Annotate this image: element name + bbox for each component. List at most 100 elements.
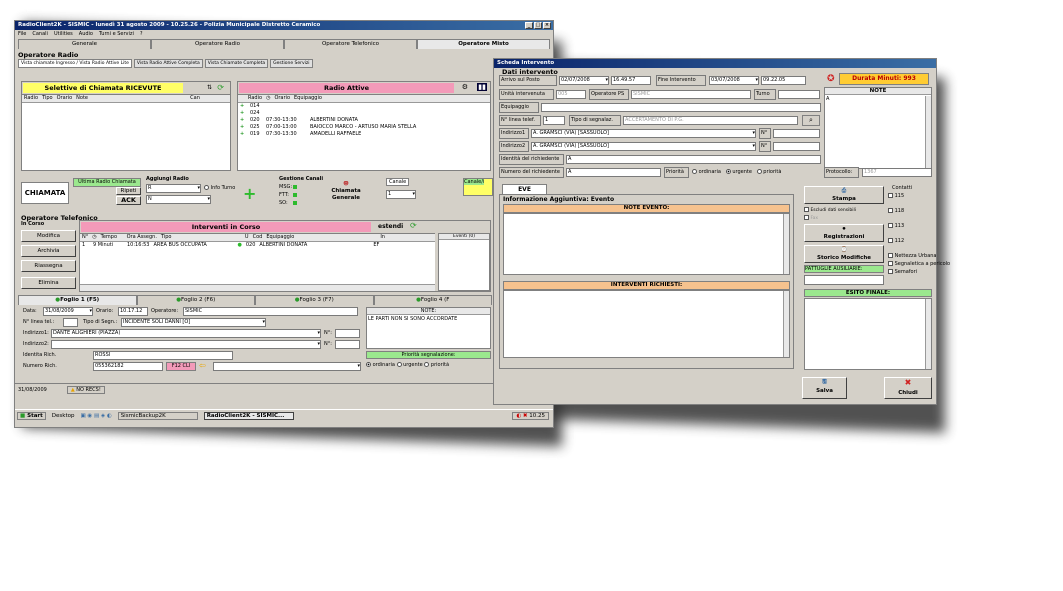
- protocollo-field[interactable]: 1367: [862, 168, 932, 177]
- table-row[interactable]: +020 07:30-13:30 ALBERTINI DONATA: [238, 117, 490, 124]
- registrazioni-button[interactable]: ⏺ Registrazioni: [804, 224, 884, 242]
- menu-turni[interactable]: Turni e Servizi: [99, 30, 134, 38]
- radio-urgente[interactable]: [396, 362, 402, 367]
- menu-canali[interactable]: Canali: [32, 30, 48, 38]
- n2-field[interactable]: [335, 340, 360, 349]
- canale-select[interactable]: 1 ▾: [386, 190, 416, 199]
- riassegna-button[interactable]: Riassegna: [21, 260, 76, 272]
- f12-cli-button[interactable]: F12 CLI: [166, 362, 196, 371]
- estendi-button[interactable]: estendi: [378, 223, 403, 230]
- add-icon[interactable]: +: [240, 103, 246, 110]
- chiamata-generale-button[interactable]: ☻ Chiamata Generale: [326, 181, 366, 206]
- start-button[interactable]: ■ Start: [17, 411, 46, 420]
- reset-icon[interactable]: ✪: [827, 74, 835, 84]
- audio-icon[interactable]: ▮▮: [477, 83, 487, 91]
- contatti-checkbox[interactable]: Segnaletica a pericolo: [888, 261, 950, 267]
- contatti-checkbox[interactable]: Nettezza Urbana: [888, 253, 937, 259]
- n1-field[interactable]: [335, 329, 360, 338]
- subtab-vista-chiamate[interactable]: Vista chiamate Ingresso / Vista Radio At…: [18, 59, 132, 68]
- refresh-icon[interactable]: ⟳: [410, 221, 417, 230]
- radio-ordinaria[interactable]: [692, 169, 697, 174]
- contatti-checkbox[interactable]: 115: [888, 193, 936, 199]
- salva-button[interactable]: 🖫 Salva: [802, 377, 847, 399]
- fax-checkbox[interactable]: Fax: [804, 215, 818, 221]
- ind2-select[interactable]: ▾: [51, 340, 321, 349]
- search-icon[interactable]: ⌕: [802, 115, 820, 126]
- taskbar-item-radioclient[interactable]: RadioClient2K - SISMIC...: [203, 411, 294, 420]
- ind1-select[interactable]: DANTE ALIGHIERI (PIAZZA) ▾: [51, 329, 321, 338]
- subtab-radio-attive[interactable]: Vista Radio Attive Completa: [133, 59, 203, 68]
- n2-field[interactable]: [773, 142, 820, 151]
- main-titlebar[interactable]: RadioClient2K - SISMIC - lunedì 31 agost…: [15, 21, 553, 30]
- tab-operatore-misto[interactable]: Operatore Misto: [417, 39, 550, 49]
- ack-button[interactable]: ACK: [116, 196, 141, 205]
- contatti-checkbox[interactable]: 113: [888, 223, 936, 229]
- elimina-button[interactable]: Elimina: [21, 277, 76, 289]
- chiudi-button[interactable]: ✖ Chiudi: [884, 377, 932, 399]
- escludi-checkbox[interactable]: Escludi dati sensibili: [804, 207, 856, 213]
- quicklaunch-icons[interactable]: ▣ ◉ ▤ ◈ ◐: [80, 413, 111, 419]
- tab-foglio-4[interactable]: ●Foglio 4 (F: [373, 295, 492, 305]
- identita-field[interactable]: ROSSI: [93, 351, 233, 360]
- tray-icons[interactable]: ◐ ✖: [516, 413, 527, 419]
- minimize-icon[interactable]: _: [525, 22, 533, 29]
- n-select[interactable]: N ▾: [146, 195, 211, 204]
- orario-field[interactable]: 10.17.12: [118, 307, 148, 316]
- contatti-checkbox[interactable]: Semafori: [888, 269, 936, 275]
- linea-field[interactable]: [63, 318, 78, 327]
- horizontal-scrollbar[interactable]: [80, 284, 435, 291]
- checkbox-icon[interactable]: [888, 269, 893, 274]
- modifica-button[interactable]: Modifica: [21, 230, 76, 242]
- menu-help[interactable]: ?: [140, 30, 143, 38]
- tab-operatore-radio[interactable]: Operatore Radio: [151, 39, 284, 49]
- tab-operatore-telefonico[interactable]: Operatore Telefonico: [284, 39, 417, 49]
- tipo-segnalaz-field[interactable]: ACCERTAMENTO DI P.G.: [623, 116, 798, 125]
- add-radio-icon[interactable]: +: [243, 186, 256, 202]
- r-select[interactable]: R ▾: [146, 184, 201, 193]
- pattuglie-field[interactable]: [804, 275, 884, 285]
- checkbox-icon[interactable]: [888, 253, 893, 258]
- fine-date[interactable]: 03/07/2008 ▾: [709, 76, 759, 85]
- contatti-checkbox[interactable]: 112: [888, 238, 936, 244]
- refresh-icon[interactable]: ⟳: [217, 83, 224, 92]
- turno-field[interactable]: [778, 90, 820, 99]
- cli-select[interactable]: ▾: [213, 362, 361, 371]
- identita-field[interactable]: A: [566, 155, 821, 164]
- checkbox-icon[interactable]: [888, 238, 893, 243]
- checkbox-icon[interactable]: [888, 208, 893, 213]
- add-icon[interactable]: +: [240, 131, 246, 138]
- maximize-icon[interactable]: □: [534, 22, 542, 29]
- table-row[interactable]: 1 9 Minuti 10:16:53 AREA BUS OCCUPATA ● …: [80, 242, 435, 249]
- note-evento-text[interactable]: [503, 213, 790, 275]
- subtab-chiamate-completa[interactable]: Vista Chiamate Completa: [204, 59, 269, 68]
- radio-ordinaria[interactable]: [366, 362, 371, 367]
- info-turno-checkbox[interactable]: Info Turno: [204, 185, 235, 191]
- equipaggio-field[interactable]: [541, 103, 821, 112]
- table-row[interactable]: +025 07:00-13:00 BAIOCCO MARCO - ARTUSO MA…: [238, 124, 490, 131]
- contatti-checkbox[interactable]: 118: [888, 208, 936, 214]
- arrivo-time[interactable]: 16.49.57: [611, 76, 651, 85]
- note-text[interactable]: LE PARTI NON SI SONO ACCORDATE: [367, 315, 490, 323]
- radio-priorita[interactable]: [756, 169, 762, 174]
- close-icon[interactable]: ×: [543, 22, 551, 29]
- table-row[interactable]: +024: [238, 110, 490, 117]
- eve-tab[interactable]: EVE: [502, 184, 547, 194]
- table-row[interactable]: +014: [238, 103, 490, 110]
- tipo-segn-select[interactable]: INCIDENTE SOLI DANNI [O] ▾: [121, 318, 266, 327]
- settings-icon[interactable]: ⚙: [462, 83, 468, 91]
- desktop-label[interactable]: Desktop: [52, 413, 75, 419]
- archivia-button[interactable]: Archivia: [21, 245, 76, 257]
- fine-time[interactable]: 09.22.05: [761, 76, 806, 85]
- menu-utilities[interactable]: Utilities: [54, 30, 73, 38]
- numero-field[interactable]: 055362182: [93, 362, 163, 371]
- scheda-titlebar[interactable]: Scheda Intervento: [494, 59, 936, 68]
- radio-priorita[interactable]: [424, 362, 430, 367]
- ripeti-button[interactable]: Ripeti: [116, 187, 141, 195]
- indirizzo1-select[interactable]: A. GRAMSCI (VIA) [SASSUOLO] ▾: [531, 129, 756, 138]
- sort-icon[interactable]: ⇅: [207, 84, 212, 91]
- checkbox-icon[interactable]: [888, 223, 893, 228]
- esito-text[interactable]: [804, 298, 932, 370]
- subtab-gestione-servizi[interactable]: Gestione Servizi: [270, 59, 313, 68]
- interventi-richiesti-scrollbar[interactable]: [783, 291, 789, 357]
- tab-generale[interactable]: Generale: [18, 39, 151, 49]
